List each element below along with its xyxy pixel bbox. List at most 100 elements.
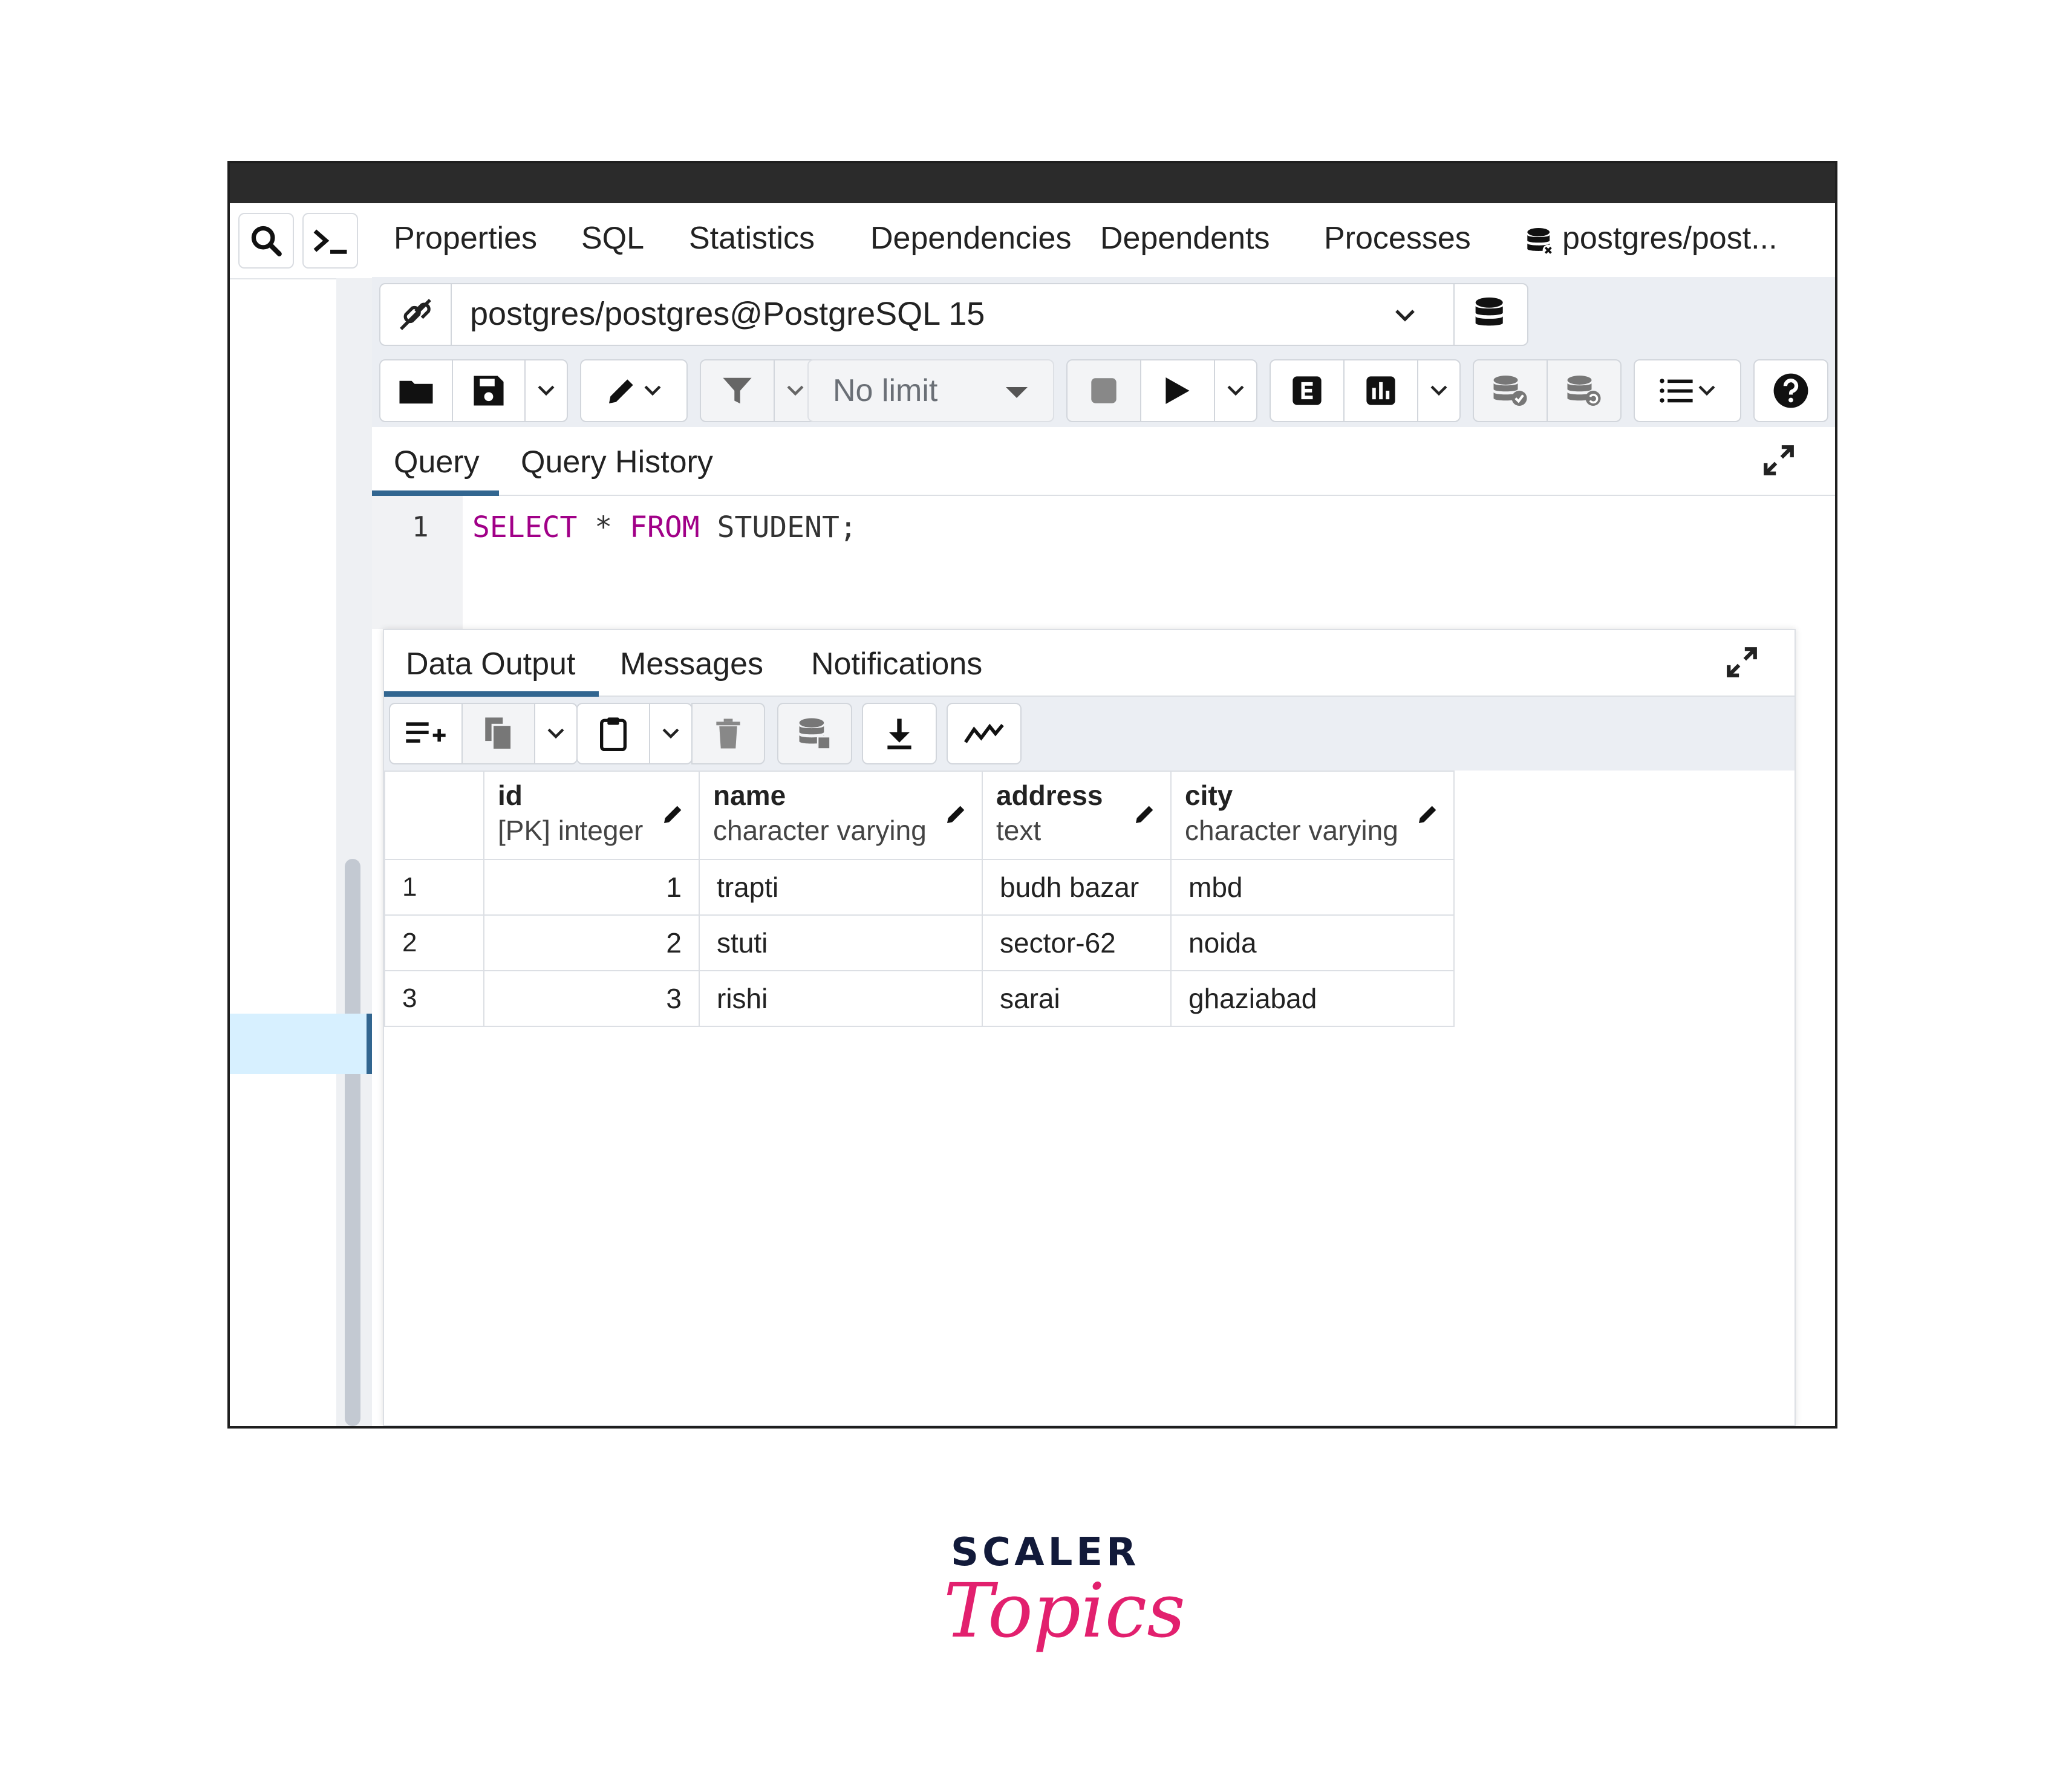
execute-options-dropdown[interactable]: [1214, 359, 1257, 422]
query-tabs: Query Query History: [372, 427, 1835, 496]
explain-analyze-button[interactable]: [1343, 359, 1418, 422]
help-button[interactable]: [1753, 359, 1828, 422]
edit-options-button[interactable]: [580, 359, 688, 422]
pencil-icon: [1419, 806, 1436, 823]
database-check-icon: [1493, 376, 1527, 406]
column-header-city[interactable]: city character varying: [1170, 771, 1455, 860]
add-row-button[interactable]: [389, 703, 463, 764]
tab-query-tool[interactable]: postgres/post...: [1562, 220, 1778, 256]
table-row[interactable]: 3 3 rishi sarai ghaziabad: [384, 970, 1455, 1027]
database-undo-icon: [1567, 376, 1601, 406]
tab-notifications[interactable]: Notifications: [811, 646, 982, 682]
selected-tree-item[interactable]: [230, 1014, 367, 1074]
graph-visualiser-button[interactable]: [947, 703, 1022, 764]
expand-icon[interactable]: [1724, 645, 1759, 680]
cell-name[interactable]: trapti: [699, 859, 983, 916]
explorer-scrollbar[interactable]: [345, 859, 360, 1426]
pencil-icon: [664, 806, 682, 823]
save-file-button[interactable]: [452, 359, 526, 422]
cell-city[interactable]: ghaziabad: [1170, 970, 1455, 1027]
pencil-icon: [1136, 806, 1153, 823]
filter-button[interactable]: [700, 359, 775, 422]
cell-address[interactable]: budh bazar: [982, 859, 1172, 916]
cell-city[interactable]: mbd: [1170, 859, 1455, 916]
cell-address[interactable]: sarai: [982, 970, 1172, 1027]
cell-city[interactable]: noida: [1170, 914, 1455, 971]
pencil-icon: [609, 379, 633, 403]
copy-options-dropdown[interactable]: [534, 703, 578, 764]
row-number[interactable]: 2: [384, 914, 484, 971]
cell-address[interactable]: sector-62: [982, 914, 1172, 971]
explain-options-dropdown[interactable]: [1417, 359, 1461, 422]
cell-id[interactable]: 1: [483, 859, 700, 916]
new-connection-button[interactable]: [1453, 283, 1528, 346]
column-type: character varying: [713, 815, 927, 846]
play-icon: [1165, 377, 1190, 404]
expand-icon[interactable]: [1761, 443, 1796, 478]
tab-data-output[interactable]: Data Output: [406, 646, 575, 682]
tab-properties[interactable]: Properties: [394, 220, 537, 256]
row-number-header: [384, 771, 484, 860]
column-header-address[interactable]: address text: [982, 771, 1172, 860]
tab-processes[interactable]: Processes: [1324, 220, 1471, 256]
explain-button[interactable]: [1270, 359, 1345, 422]
table-row[interactable]: 1 1 trapti budh bazar mbd: [384, 859, 1455, 916]
connection-status-button[interactable]: [379, 283, 452, 346]
stop-icon: [1091, 378, 1117, 403]
delete-row-button[interactable]: [691, 703, 765, 764]
row-number[interactable]: 3: [384, 970, 484, 1027]
active-tab-indicator: [384, 691, 599, 697]
tab-query-history[interactable]: Query History: [521, 444, 713, 480]
row-number[interactable]: 1: [384, 859, 484, 916]
execute-button[interactable]: [1140, 359, 1215, 422]
column-type: [PK] integer: [498, 815, 644, 846]
header-row: id [PK] integer name character varying a…: [384, 771, 1455, 860]
chevron-down-icon: [644, 385, 661, 396]
explorer-toolbar: [230, 203, 372, 279]
save-data-button[interactable]: [777, 703, 852, 764]
chevron-down-icon: [547, 728, 564, 739]
caret-down-icon: [1006, 387, 1028, 398]
cell-name[interactable]: stuti: [699, 914, 983, 971]
cell-id[interactable]: 2: [483, 914, 700, 971]
query-tool-panel: Properties SQL Statistics Dependencies D…: [372, 203, 1835, 1426]
chevron-down-icon: [662, 728, 679, 739]
tab-dependencies[interactable]: Dependencies: [870, 220, 1071, 256]
pencil-icon: [947, 806, 965, 823]
connection-label: postgres/postgres@PostgreSQL 15: [470, 296, 985, 332]
tab-messages[interactable]: Messages: [620, 646, 763, 682]
search-button[interactable]: [238, 213, 294, 269]
table-row[interactable]: 2 2 stuti sector-62 noida: [384, 914, 1455, 971]
code-line[interactable]: SELECT * FROM STUDENT;: [472, 510, 857, 544]
sql-editor[interactable]: 1 SELECT * FROM STUDENT;: [372, 496, 1835, 629]
connection-select[interactable]: postgres/postgres@PostgreSQL 15: [451, 283, 1455, 346]
paste-button[interactable]: [576, 703, 650, 764]
tab-sql[interactable]: SQL: [581, 220, 644, 256]
column-header-id[interactable]: id [PK] integer: [483, 771, 700, 860]
tab-query[interactable]: Query: [394, 444, 480, 480]
cell-id[interactable]: 3: [483, 970, 700, 1027]
tab-dependents[interactable]: Dependents: [1100, 220, 1270, 256]
object-explorer: [230, 203, 372, 1426]
trash-icon: [716, 718, 740, 749]
paste-options-dropdown[interactable]: [649, 703, 693, 764]
open-file-button[interactable]: [379, 359, 453, 422]
rows-limit-select[interactable]: No limit: [807, 359, 1054, 422]
rollback-button[interactable]: [1547, 359, 1622, 422]
copy-button[interactable]: [461, 703, 535, 764]
commit-button[interactable]: [1473, 359, 1548, 422]
query-toolbar-area: postgres/postgres@PostgreSQL 15 No limit: [372, 277, 1835, 427]
download-button[interactable]: [862, 703, 937, 764]
token-star: *: [577, 510, 630, 544]
psql-tool-button[interactable]: [302, 213, 358, 269]
column-header-name[interactable]: name character varying: [699, 771, 983, 860]
help-icon: [1773, 373, 1808, 408]
tab-statistics[interactable]: Statistics: [689, 220, 815, 256]
macros-button[interactable]: [1634, 359, 1741, 422]
cell-name[interactable]: rishi: [699, 970, 983, 1027]
search-icon: [251, 226, 282, 256]
stop-button[interactable]: [1066, 359, 1141, 422]
save-options-dropdown[interactable]: [524, 359, 568, 422]
filter-icon: [723, 377, 752, 404]
column-name: id: [498, 780, 523, 811]
